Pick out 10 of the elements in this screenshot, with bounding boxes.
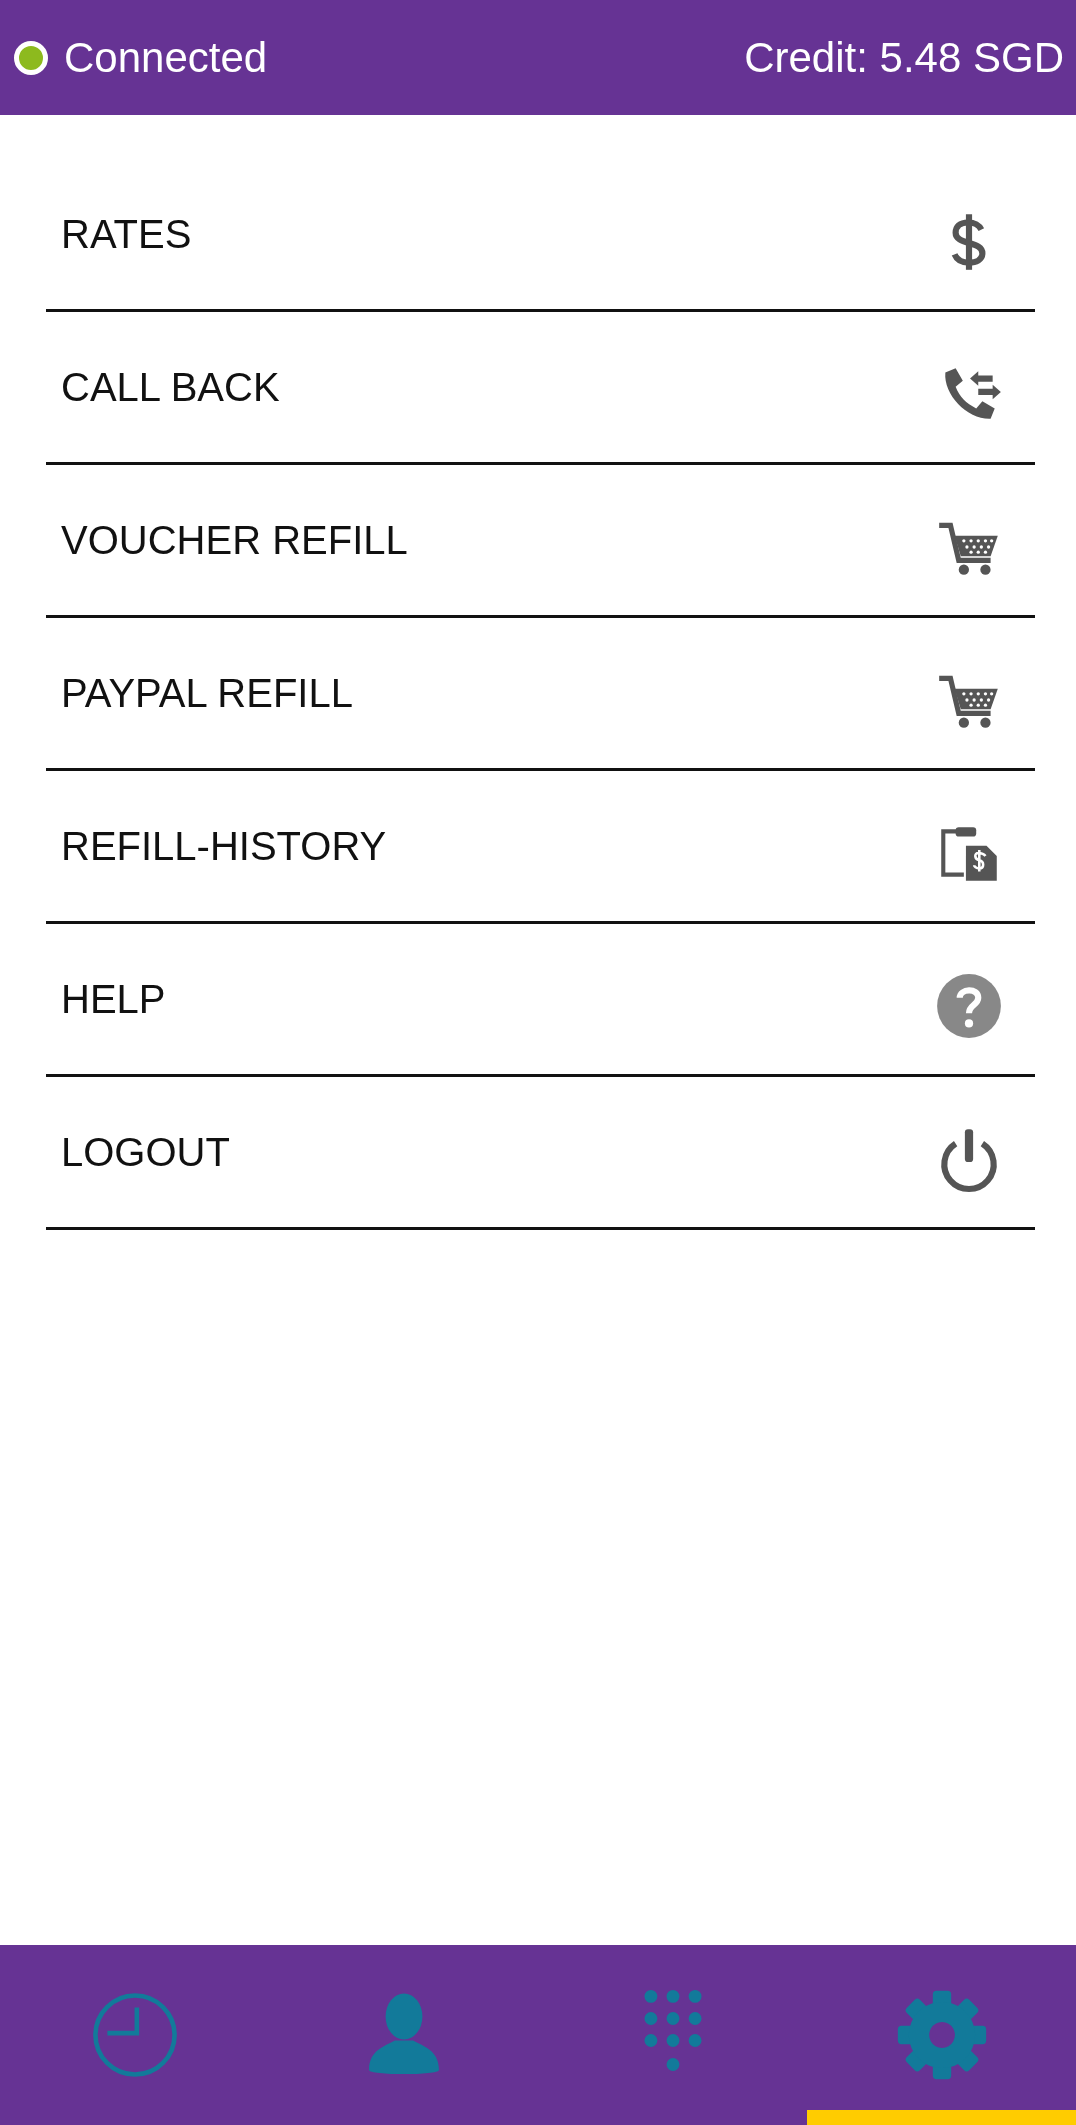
menu-item[interactable]: REFILL-HISTORY xyxy=(46,771,1035,924)
menu-item[interactable]: VOUCHER REFILL xyxy=(46,465,1035,618)
menu-item[interactable]: CALL BACK xyxy=(46,312,1035,465)
menu-item[interactable]: LOGOUT xyxy=(46,1077,1035,1230)
menu-item[interactable]: PAYPAL REFILL xyxy=(46,618,1035,771)
credit-balance: Credit: 5.48 SGD xyxy=(744,33,1064,82)
connection-status: Connected xyxy=(64,33,268,82)
menu-item[interactable]: RATES xyxy=(46,159,1035,312)
menu-item[interactable]: HELP xyxy=(46,924,1035,1077)
settings-icon xyxy=(895,1989,988,2081)
